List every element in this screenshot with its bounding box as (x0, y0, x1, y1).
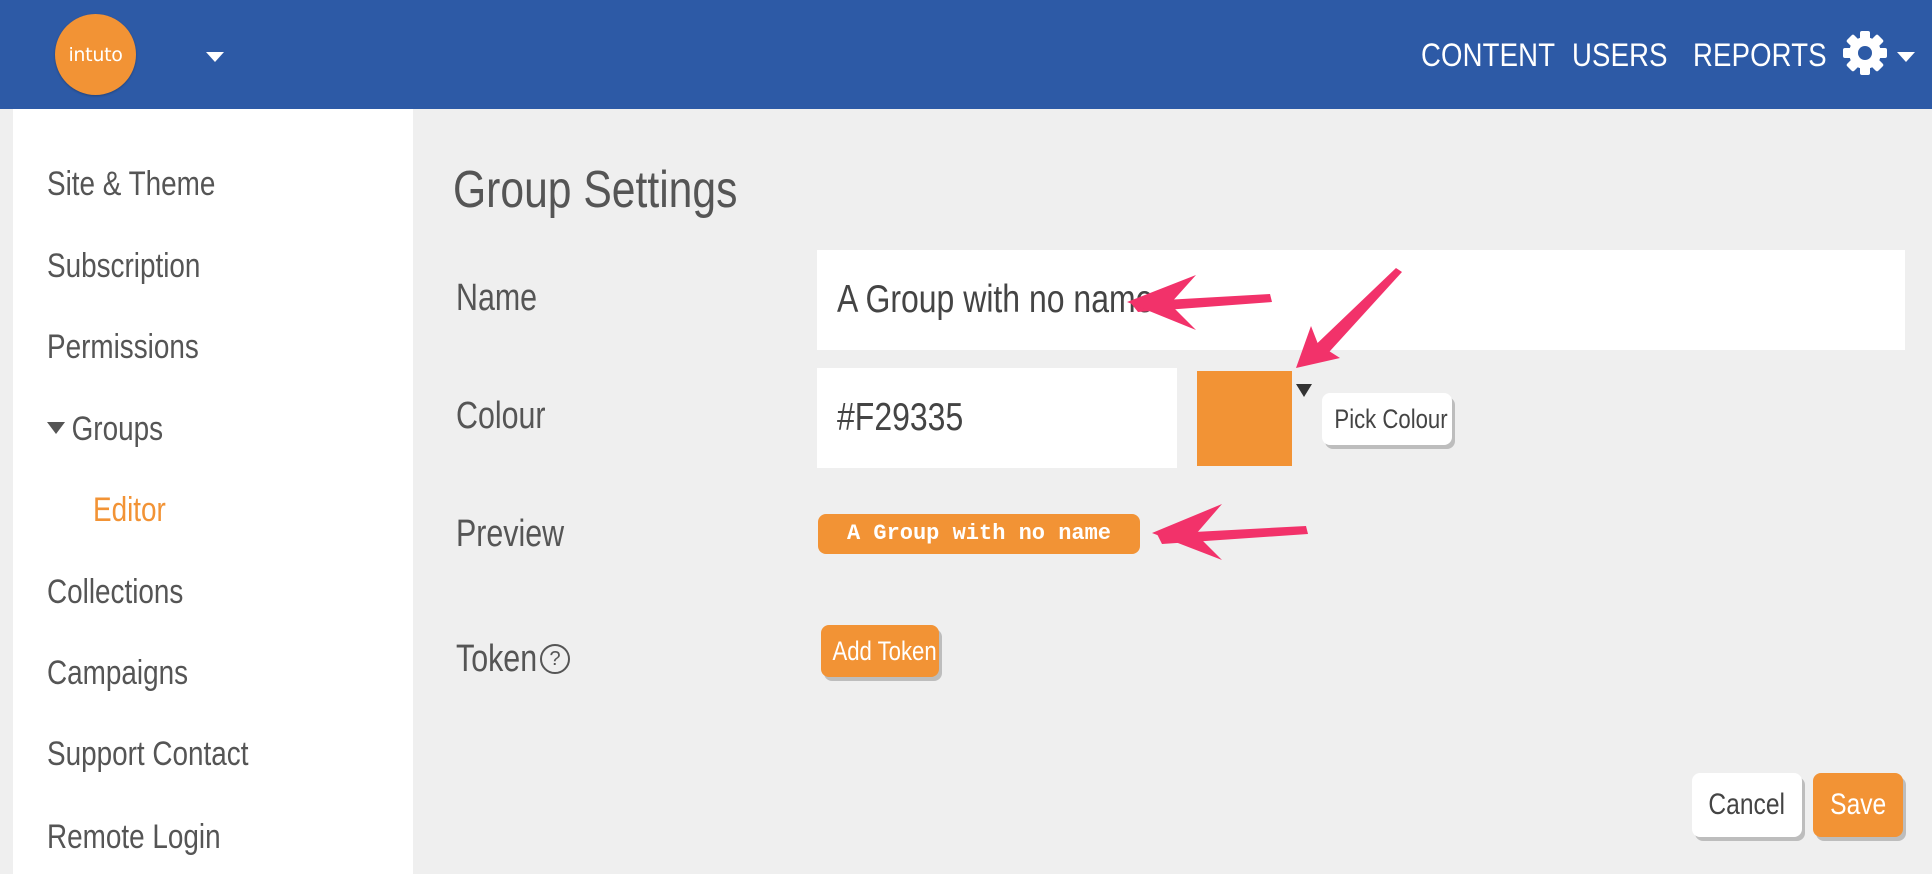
logo-text: intuto (68, 43, 123, 66)
sidebar-item-groups[interactable]: Groups (47, 404, 163, 454)
sidebar-item-collections[interactable]: Collections (47, 567, 183, 617)
save-button[interactable]: Save (1813, 773, 1903, 837)
name-label: Name (456, 277, 538, 319)
nav-content[interactable]: CONTENT (1421, 30, 1555, 80)
group-preview-badge: A Group with no name (818, 514, 1140, 554)
annotation-arrow-preview (1152, 504, 1308, 560)
pick-colour-button[interactable]: Pick Colour (1322, 393, 1452, 445)
top-navbar: intuto CONTENT USERS REPORTS (0, 0, 1932, 109)
sidebar-item-remote-login[interactable]: Remote Login (47, 812, 221, 862)
help-icon[interactable]: ? (540, 644, 570, 674)
chevron-down-icon[interactable] (204, 50, 226, 64)
caret-down-icon (47, 422, 66, 435)
swatch-dropdown-icon[interactable] (1296, 384, 1312, 397)
sidebar-item-permissions[interactable]: Permissions (47, 322, 199, 372)
colour-field-value: #F29335 (837, 396, 964, 439)
name-field[interactable]: A Group with no name (817, 250, 1905, 350)
colour-swatch[interactable] (1197, 371, 1292, 466)
gear-icon[interactable] (1842, 30, 1888, 76)
intuto-logo[interactable]: intuto (55, 14, 136, 95)
sidebar-item-support-contact[interactable]: Support Contact (47, 729, 248, 779)
add-token-button[interactable]: Add Token (821, 625, 939, 677)
preview-label: Preview (456, 513, 565, 555)
cancel-label: Cancel (1708, 788, 1786, 821)
sidebar-item-editor[interactable]: Editor (93, 485, 166, 535)
nav-users[interactable]: USERS (1572, 30, 1668, 80)
token-label: Token (456, 638, 538, 680)
name-field-value: A Group with no name (837, 278, 1154, 321)
sidebar-item-site-theme[interactable]: Site & Theme (47, 159, 215, 209)
add-token-label: Add Token (832, 636, 937, 666)
save-label: Save (1829, 788, 1887, 821)
cancel-button[interactable]: Cancel (1692, 773, 1802, 837)
page-title: Group Settings (453, 161, 738, 219)
colour-hex-field[interactable]: #F29335 (817, 368, 1177, 468)
sidebar-item-subscription[interactable]: Subscription (47, 241, 200, 291)
settings-chevron-down-icon[interactable] (1896, 50, 1916, 62)
settings-sidebar: Site & Theme Subscription Permissions Gr… (13, 109, 413, 874)
sidebar-item-label: Groups (71, 410, 164, 448)
nav-reports[interactable]: REPORTS (1693, 30, 1827, 80)
pick-colour-label: Pick Colour (1334, 404, 1448, 434)
sidebar-item-campaigns[interactable]: Campaigns (47, 648, 188, 698)
colour-label: Colour (456, 395, 546, 437)
